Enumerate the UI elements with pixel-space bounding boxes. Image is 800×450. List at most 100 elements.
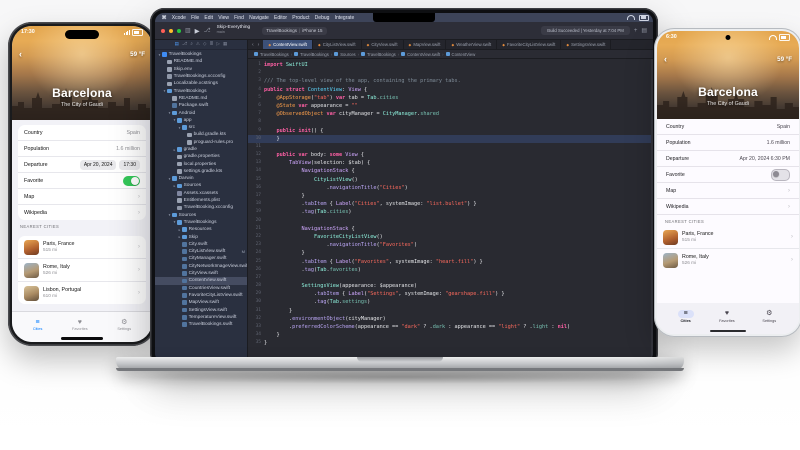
menu-item-file[interactable]: File: [189, 15, 202, 21]
tree-item-app[interactable]: ▾app: [155, 117, 247, 124]
info-row-map[interactable]: Map›: [18, 189, 146, 205]
navigator-tests-icon[interactable]: ◇: [203, 42, 207, 47]
tree-item-travelbookings-swift[interactable]: TravelBookings.swift: [155, 321, 247, 328]
tree-item-travelbooking-xcconfig[interactable]: TravelBooking.xcconfig: [155, 204, 247, 211]
tree-item-travelbookings-xcconfig[interactable]: TravelBookings.xcconfig: [155, 73, 247, 80]
favorite-toggle[interactable]: [771, 169, 790, 181]
tree-item-darwin[interactable]: ▾Darwin: [155, 175, 247, 182]
menu-item-find[interactable]: Find: [232, 15, 247, 21]
back-button[interactable]: ‹: [19, 50, 22, 58]
tab-settings[interactable]: ⚙Settings: [760, 310, 778, 323]
add-icon[interactable]: +: [634, 28, 638, 34]
tab-settings[interactable]: ⚙Settings: [117, 319, 131, 331]
breadcrumb-item[interactable]: ContentView.swift: [407, 52, 440, 57]
tab-cities[interactable]: ≡Cities: [678, 310, 694, 323]
picker-button[interactable]: 17:30: [119, 160, 140, 170]
breadcrumb-item[interactable]: TravelBookings: [367, 52, 396, 57]
battery-icon[interactable]: [639, 15, 649, 21]
breadcrumb-item[interactable]: TravelBookings: [300, 52, 329, 57]
tree-item-temperatureview-swift[interactable]: TemperatureView.swift: [155, 314, 247, 321]
tree-item-citynetworkimageview-swift[interactable]: CityNetworkImageView.swift: [155, 263, 247, 270]
tree-item-settings-gradle-kts[interactable]: settings.gradle.kts: [155, 168, 247, 175]
editor-tab-cityview-swift[interactable]: ◆CityView.swift: [362, 40, 404, 49]
breadcrumb-item[interactable]: ContentView: [452, 52, 476, 57]
info-row-favorite[interactable]: Favorite: [657, 167, 799, 183]
city-row-rome[interactable]: Rome, Italy526 mi›: [657, 249, 799, 271]
tree-item-mapview-swift[interactable]: MapView.swift: [155, 299, 247, 306]
info-row-favorite[interactable]: Favorite: [18, 173, 146, 189]
back-button[interactable]: ‹: [664, 55, 667, 63]
editor-tab-mapview-swift[interactable]: ◆MapView.swift: [404, 40, 447, 49]
tree-item-citylistview-swift[interactable]: CityListView.swiftM: [155, 248, 247, 255]
menu-item-editor[interactable]: Editor: [271, 15, 289, 21]
city-row-paris[interactable]: Paris, France515 mi›: [657, 226, 799, 249]
navigator-files-icon[interactable]: ▤: [175, 42, 179, 47]
info-row-wikipedia[interactable]: Wikipedia›: [18, 205, 146, 220]
tree-item-travelbookings[interactable]: ▾TravelBookings: [155, 87, 247, 94]
menu-item-navigate[interactable]: Navigate: [246, 15, 271, 21]
navigator-issues-icon[interactable]: ⚠: [196, 42, 200, 47]
editor-layout-icon[interactable]: ▤: [641, 28, 647, 34]
history-back-icon[interactable]: ‹: [248, 40, 258, 49]
city-row-paris[interactable]: Paris, France515 mi›: [18, 236, 146, 259]
tree-item-citymanager-swift[interactable]: CityManager.swift: [155, 255, 247, 262]
source-editor[interactable]: 1import SwiftUI23/// The top-level view …: [248, 59, 653, 362]
tree-item-local-properties[interactable]: local.properties: [155, 160, 247, 167]
menu-item-product[interactable]: Product: [290, 15, 312, 21]
toggle-navigator-icon[interactable]: ▥: [185, 28, 191, 34]
tab-favorites[interactable]: ♥Favorites: [72, 319, 88, 331]
picker-button[interactable]: Apr 20, 2024: [80, 160, 117, 170]
tree-item-contentview-swift[interactable]: ContentView.swift: [155, 277, 247, 284]
menu-item-debug[interactable]: Debug: [312, 15, 332, 21]
info-row-map[interactable]: Map›: [657, 183, 799, 199]
tab-favorites[interactable]: ♥Favorites: [719, 310, 735, 323]
tree-item-assets-xcassets[interactable]: Assets.xcassets: [155, 190, 247, 197]
tree-item-cityview-swift[interactable]: CityView.swift: [155, 270, 247, 277]
menu-item-edit[interactable]: Edit: [202, 15, 216, 21]
favorite-toggle[interactable]: [123, 176, 140, 186]
editor-tab-favoritecitylistview-swift[interactable]: ◆FavoriteCityListView.swift: [497, 40, 561, 49]
navigator-debug-icon[interactable]: ≣: [210, 42, 214, 47]
editor-tab-weatherview-swift[interactable]: ◆WeatherView.swift: [446, 40, 497, 49]
navigator-reports-icon[interactable]: ▦: [223, 42, 227, 47]
close-window-button[interactable]: [161, 29, 165, 33]
scheme-selector[interactable]: TravelBookings | iPhone 15: [262, 27, 326, 35]
wifi-icon[interactable]: [627, 15, 635, 20]
tree-item-countriesview-swift[interactable]: CountriesView.swift: [155, 285, 247, 292]
navigator-breakpoints-icon[interactable]: ▷: [216, 42, 220, 47]
project-widget[interactable]: Skip-Everything main: [217, 26, 251, 35]
tree-item-android[interactable]: ▾Android: [155, 109, 247, 116]
tree-item-gradle-properties[interactable]: gradle.properties: [155, 153, 247, 160]
menu-item-view[interactable]: View: [216, 15, 232, 21]
editor-tab-citylistview-swift[interactable]: ◆CityListView.swift: [313, 40, 362, 49]
activity-status[interactable]: Build Succeeded | Yesterday at 7:04 PM: [541, 26, 630, 35]
breadcrumb-item[interactable]: Sources: [340, 52, 355, 57]
menu-item-xcode[interactable]: Xcode: [169, 15, 188, 21]
tree-item-city-swift[interactable]: City.swift: [155, 241, 247, 248]
tree-item-src[interactable]: ▾src: [155, 124, 247, 131]
tree-item-skip-env[interactable]: Skip.env: [155, 66, 247, 73]
tree-item-build-gradle-kts[interactable]: build.gradle.kts: [155, 131, 247, 138]
tree-item-sources[interactable]: ▾Sources: [155, 212, 247, 219]
menu-item-integrate[interactable]: Integrate: [332, 15, 357, 21]
tree-item-gradle[interactable]: ▸gradle: [155, 146, 247, 153]
tree-item-proguard-rules-pro[interactable]: proguard-rules.pro: [155, 139, 247, 146]
tree-item-package-swift[interactable]: Package.swift: [155, 102, 247, 109]
info-row-wikipedia[interactable]: Wikipedia›: [657, 199, 799, 215]
minimize-window-button[interactable]: [169, 29, 173, 33]
tree-item-entitlements-plist[interactable]: Entitlements.plist: [155, 197, 247, 204]
editor-scrollbar[interactable]: [651, 59, 653, 362]
tree-item-resources[interactable]: ▸Resources: [155, 226, 247, 233]
run-button[interactable]: ▶: [195, 27, 200, 35]
breadcrumb-item[interactable]: TravelBookings: [260, 52, 289, 57]
navigator-vcs-icon[interactable]: ⎇: [182, 42, 187, 47]
editor-tab-settingsview-swift[interactable]: ◆SettingsView.swift: [561, 40, 611, 49]
city-row-lisbon[interactable]: Lisbon, Portugal610 mi›: [18, 282, 146, 304]
tree-item-localizable-xcstrings[interactable]: Localizable.xcstrings: [155, 80, 247, 87]
tab-cities[interactable]: ≡Cities: [33, 319, 43, 331]
tree-item-sources[interactable]: ▸Sources: [155, 182, 247, 189]
tree-item-skip[interactable]: ▸Skip: [155, 233, 247, 240]
city-row-rome[interactable]: Rome, Italy526 mi›: [18, 259, 146, 282]
tree-item-travelbookings[interactable]: ▾TravelBookings: [155, 219, 247, 226]
zoom-window-button[interactable]: [177, 29, 181, 33]
